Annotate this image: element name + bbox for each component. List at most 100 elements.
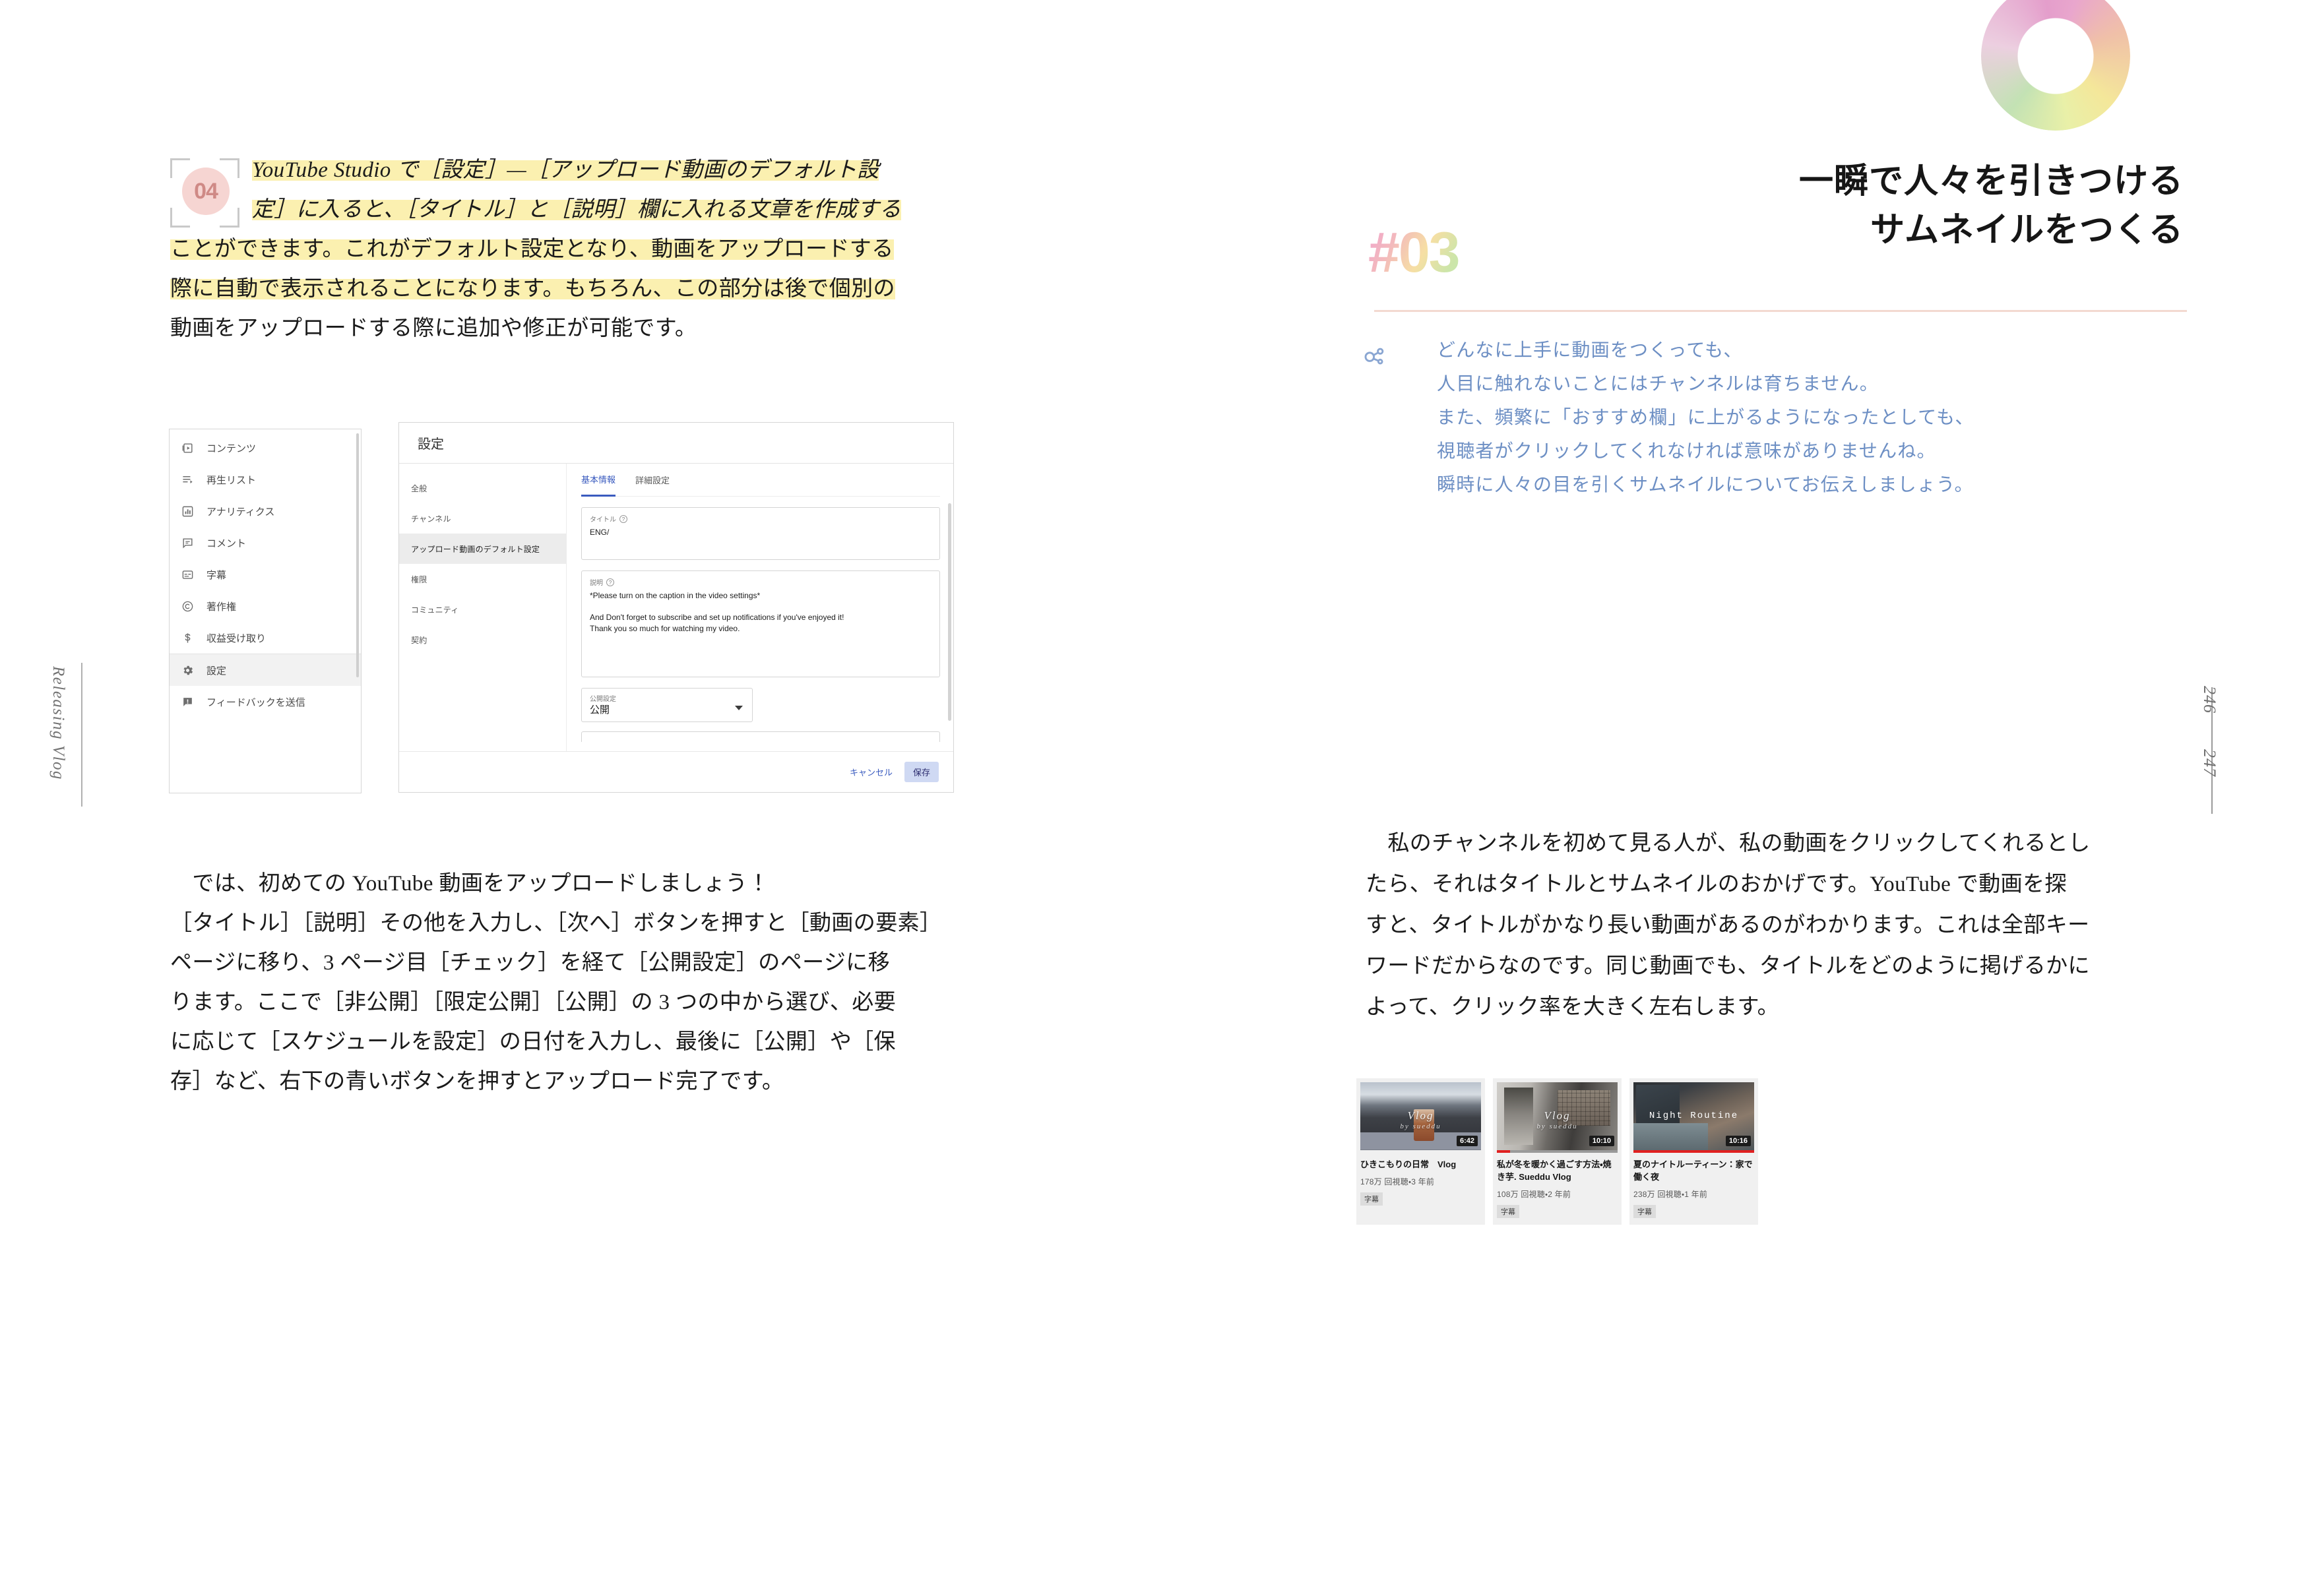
sidebar-label: 字幕 xyxy=(206,569,227,581)
bracket-top-left xyxy=(170,158,190,178)
playlist-icon xyxy=(181,474,206,486)
video-card[interactable]: Vlog by sueddu 10:10 私が冬を暖かく過ごす方法・焼き芋. S… xyxy=(1493,1078,1622,1225)
intro-line-2: 人目に触れないことにはチャンネルは育ちません。 xyxy=(1437,373,1879,394)
settings-dialog-footer: キャンセル 保存 xyxy=(399,751,953,792)
subtitles-icon xyxy=(181,568,206,581)
description-field-label-row: 説明 ? xyxy=(590,577,931,587)
intro-line-3: また、頻繁に「おすすめ欄」に上がるようになったとしても、 xyxy=(1437,407,1974,427)
left-body-line-2: ［タイトル］［説明］その他を入力し、［次へ］ボタンを押すと［動画の要素］ xyxy=(170,911,942,935)
watch-progress-bar xyxy=(1497,1150,1618,1153)
title-field-value: ENG/ xyxy=(590,528,610,537)
youtube-studio-figure: コンテンツ 再生リスト アナリティクス コメント 字幕 著作権 収益受け取り 設… xyxy=(169,422,954,805)
captions-badge: 字幕 xyxy=(1360,1192,1383,1206)
title-field-label-row: タイトル ? xyxy=(590,514,931,524)
overlay-subtitle: by sueddu xyxy=(1400,1122,1441,1131)
section-divider-rule xyxy=(1374,310,2187,312)
video-title[interactable]: 私が冬を暖かく過ごす方法・焼き芋. Sueddu Vlog xyxy=(1497,1158,1618,1183)
settings-nav: 全般 チャンネル アップロード動画のデフォルト設定 権限 コミュニティ 契約 xyxy=(399,464,567,751)
left-body-line-1: では、初めての YouTube 動画をアップロードしましょう！ xyxy=(170,872,770,896)
sidebar-item-copyright[interactable]: 著作権 xyxy=(170,590,361,622)
content-icon xyxy=(181,442,206,454)
intro-line-4: 視聴者がクリックしてくれなければ意味がありませんね。 xyxy=(1437,441,1936,461)
page-number-247: 247 xyxy=(2200,749,2219,777)
dialog-scrollbar[interactable] xyxy=(948,503,951,721)
captions-badge: 字幕 xyxy=(1497,1205,1519,1218)
chevron-down-icon[interactable] xyxy=(735,706,743,710)
tab-basic-info[interactable]: 基本情報 xyxy=(581,464,616,497)
settings-dialog-title: 設定 xyxy=(399,423,953,464)
video-title[interactable]: ひきこもりの日常 Vlog xyxy=(1360,1158,1481,1171)
decorative-gradient-ring xyxy=(1981,0,2130,131)
visibility-value: 公開 xyxy=(590,704,610,716)
watch-progress-bar xyxy=(1360,1150,1481,1153)
settings-nav-general[interactable]: 全般 xyxy=(399,473,566,503)
step-marker-number: 04 xyxy=(182,168,230,215)
lead-line-5: 動画をアップロードする際に追加や修正が可能です。 xyxy=(170,317,697,340)
video-card[interactable]: Vlog by sueddu 6:42 ひきこもりの日常 Vlog 178万 回… xyxy=(1356,1078,1485,1225)
settings-nav-upload-defaults[interactable]: アップロード動画のデフォルト設定 xyxy=(399,534,566,564)
page-number-246: 246 xyxy=(2200,686,2219,714)
sidebar-item-analytics[interactable]: アナリティクス xyxy=(170,495,361,527)
left-body-line-6: 存］など、右下の青いボタンを押すとアップロード完了です。 xyxy=(170,1070,784,1093)
intro-line-5: 瞬時に人々の目を引くサムネイルについてお伝えしましょう。 xyxy=(1437,474,1974,495)
settings-nav-community[interactable]: コミュニティ xyxy=(399,594,566,625)
video-thumbnail[interactable]: Vlog by sueddu 10:10 xyxy=(1497,1082,1618,1150)
bracket-bottom-left xyxy=(170,208,190,228)
next-field-partial xyxy=(581,731,940,742)
studio-sidebar: コンテンツ 再生リスト アナリティクス コメント 字幕 著作権 収益受け取り 設… xyxy=(169,429,362,793)
sidebar-item-monetization[interactable]: 収益受け取り xyxy=(170,622,361,654)
help-icon[interactable]: ? xyxy=(606,578,614,586)
section-intro: どんなに上手に動画をつくっても、 人目に触れないことにはチャンネルは育ちません。… xyxy=(1359,333,2184,501)
studio-sidebar-list: コンテンツ 再生リスト アナリティクス コメント 字幕 著作権 収益受け取り 設… xyxy=(170,429,361,718)
lead-line-4: 際に自動で表示されることになります。もちろん、この部分は後で個別の xyxy=(170,277,895,301)
right-body-line-1: 私のチャンネルを初めて見る人が、私の動画をクリックしてくれるとし xyxy=(1366,832,2091,855)
lead-line-2: 定］に入ると、［タイトル］と［説明］欄に入れる文章を作成する xyxy=(252,198,902,222)
description-field[interactable]: 説明 ? *Please turn on the caption in the … xyxy=(581,570,940,677)
settings-nav-permissions[interactable]: 権限 xyxy=(399,564,566,594)
sidebar-item-playlists[interactable]: 再生リスト xyxy=(170,464,361,495)
thumbnail-overlay-text: Vlog by sueddu xyxy=(1497,1109,1618,1130)
help-icon[interactable]: ? xyxy=(619,514,627,523)
sidebar-item-feedback[interactable]: フィードバックを送信 xyxy=(170,686,361,718)
sidebar-label: 著作権 xyxy=(206,601,237,613)
sidebar-scrollbar[interactable] xyxy=(356,433,359,677)
left-body-line-5: に応じて［スケジュールを設定］の日付を入力し、最後に［公開］や［保 xyxy=(170,1030,896,1054)
overlay-title: Vlog xyxy=(1407,1109,1434,1122)
description-field-label: 説明 xyxy=(590,580,603,587)
title-field[interactable]: タイトル ? ENG/ xyxy=(581,507,940,560)
tab-advanced[interactable]: 詳細設定 xyxy=(635,464,670,497)
section-intro-text: どんなに上手に動画をつくっても、 人目に触れないことにはチャンネルは育ちません。… xyxy=(1437,333,2184,501)
description-line-2: And Don't forget to subscribe and set up… xyxy=(590,613,844,622)
left-page: Releasing Vlog 04 YouTube Studio で［設定］—［… xyxy=(0,0,1128,1596)
sidebar-item-subtitles[interactable]: 字幕 xyxy=(170,559,361,590)
description-line-1: *Please turn on the caption in the video… xyxy=(590,591,761,600)
sidebar-item-content[interactable]: コンテンツ xyxy=(170,432,361,464)
cancel-button[interactable]: キャンセル xyxy=(850,766,893,778)
left-body-line-4: ります。ここで［非公開］［限定公開］［公開］の 3 つの中から選び、必要 xyxy=(170,991,897,1014)
settings-nav-channel[interactable]: チャンネル xyxy=(399,503,566,534)
save-button[interactable]: 保存 xyxy=(904,762,939,782)
video-thumbnail[interactable]: Night Routine 10:16 xyxy=(1633,1082,1754,1150)
video-thumbnail[interactable]: Vlog by sueddu 6:42 xyxy=(1360,1082,1481,1150)
settings-main-panel: 基本情報 詳細設定 タイトル ? ENG/ 説明 ? *Please turn … xyxy=(567,464,953,751)
right-body-line-5: よって、クリック率を大きく左右します。 xyxy=(1366,995,1780,1019)
video-card[interactable]: Night Routine 10:16 夏のナイトルーティーン：家で働く夜 23… xyxy=(1629,1078,1758,1225)
page-number-left: 246 xyxy=(2200,686,2247,751)
settings-dialog: 設定 全般 チャンネル アップロード動画のデフォルト設定 権限 コミュニティ 契… xyxy=(398,422,954,793)
section-heading-line-2: サムネイルをつくる xyxy=(1870,211,2184,249)
video-title[interactable]: 夏のナイトルーティーン：家で働く夜 xyxy=(1633,1158,1754,1183)
thumbnail-overlay-text: Night Routine xyxy=(1649,1111,1739,1122)
lead-paragraph-block: 04 YouTube Studio で［設定］—［アップロード動画のデフォルト設… xyxy=(170,150,965,348)
sidebar-item-comments[interactable]: コメント xyxy=(170,527,361,559)
video-meta: 178万 回視聴・3 年前 xyxy=(1360,1177,1435,1186)
video-card-list: Vlog by sueddu 6:42 ひきこもりの日常 Vlog 178万 回… xyxy=(1356,1078,1758,1225)
lead-line-3: ことができます。これがデフォルト設定となり、動画をアップロードする xyxy=(170,237,894,261)
settings-nav-agreements[interactable]: 契約 xyxy=(399,625,566,655)
visibility-label: 公開設定 xyxy=(590,696,616,703)
visibility-select[interactable]: 公開設定 公開 xyxy=(581,688,753,722)
section-number: #03 xyxy=(1368,221,1460,284)
page-number-right: 247 xyxy=(2200,749,2247,814)
video-meta: 108万 回視聴・2 年前 xyxy=(1497,1190,1571,1199)
sidebar-clipped-item xyxy=(170,654,361,671)
share-network-icon xyxy=(1359,341,1389,371)
